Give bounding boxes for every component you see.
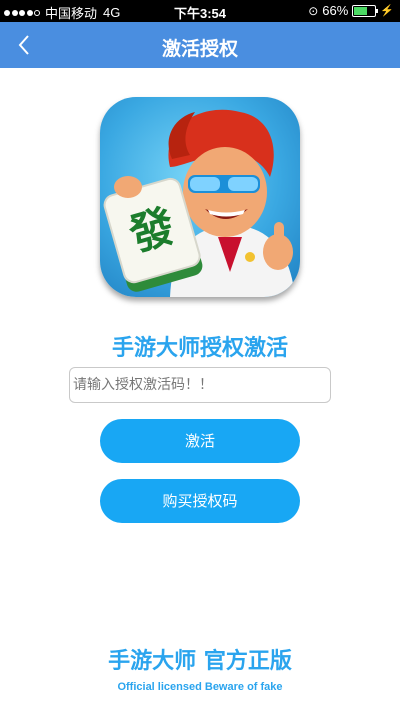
battery-fill (354, 6, 368, 15)
nav-bar: 激活授权 (0, 22, 400, 68)
activate-button[interactable]: 激活 (100, 419, 300, 463)
footer-subtitle: Official licensed Beware of fake (117, 681, 283, 693)
battery-percent: 66% (322, 3, 349, 18)
status-right: ⊙ 66% ⚡ (308, 3, 394, 18)
page-title: 激活授权 (161, 38, 238, 60)
activation-heading: 手游大师授权激活 (111, 336, 288, 361)
activation-code-input[interactable] (69, 367, 331, 403)
status-bar: 中国移动 4G 下午3:54 ⊙ 66% ⚡ (0, 0, 400, 22)
battery-icon (352, 4, 379, 17)
charging-icon: ⚡ (380, 5, 394, 17)
buy-license-button[interactable]: 购买授权码 (100, 479, 300, 523)
app-icon: 發 (100, 97, 300, 297)
mascot-illustration: 發 (103, 109, 295, 297)
orientation-lock-icon: ⊙ (308, 3, 319, 18)
footer-title: 手游大师 官方正版 (108, 649, 292, 674)
